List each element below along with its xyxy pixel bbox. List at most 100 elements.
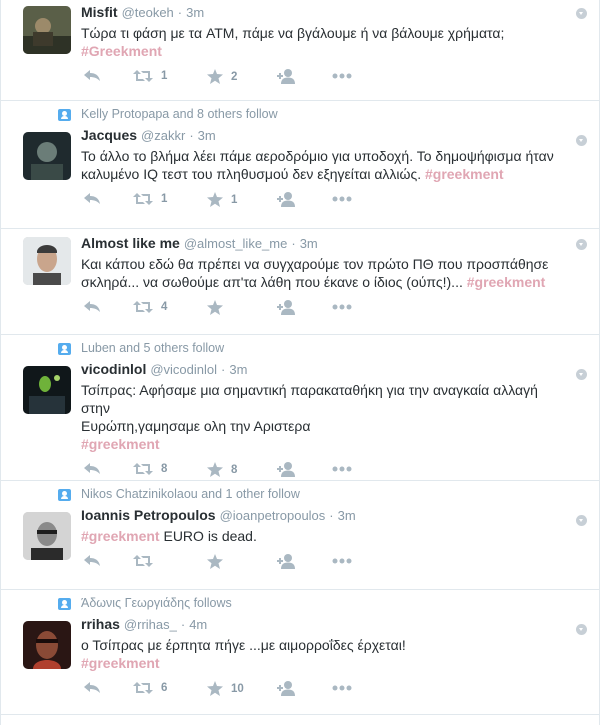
more-options-button[interactable] [332,69,352,79]
tweet-text-line: EURO is dead. [159,528,257,544]
more-options-button[interactable] [332,300,352,310]
retweet-count: 1 [161,193,168,205]
favorite-button[interactable] [207,554,231,569]
follow-user-icon [277,554,295,569]
username[interactable]: @zakkr [141,128,185,143]
avatar[interactable] [23,237,71,285]
social-context[interactable]: Kelly Protopapa and 8 others follow [81,101,569,127]
favorite-button[interactable]: 2 [207,69,237,84]
username[interactable]: @vicodinlol [150,362,217,377]
tweet[interactable]: Luben and 5 others follow vicodinlol @vi… [1,335,599,481]
fullname[interactable]: Almost like me [81,235,180,251]
retweet-button[interactable] [133,554,161,568]
hashtag-link[interactable]: #greekment [425,166,504,182]
avatar[interactable] [23,512,71,560]
favorite-button[interactable]: 8 [207,462,237,477]
username[interactable]: @teokeh [122,5,174,20]
retweet-count: 1 [161,70,168,82]
follow-button[interactable] [277,300,297,315]
more-options-button[interactable] [332,192,352,202]
reply-button[interactable] [83,69,101,83]
caret-down-icon[interactable] [576,239,587,250]
separator-dot: · [189,128,194,143]
follow-user-icon [277,69,295,84]
caret-down-icon[interactable] [576,135,587,146]
tweet-actions: 6 10 [81,672,569,706]
caret-down-icon[interactable] [576,369,587,380]
timestamp[interactable]: 3m [198,128,216,143]
retweet-button[interactable]: 1 [133,192,167,206]
follow-button[interactable] [277,462,297,477]
tweet-text-line: ο Τσίπρας με έρπητα πήγε ...με αιμορροΐδ… [81,637,406,653]
follow-button[interactable] [277,554,297,569]
reply-icon [84,555,100,566]
fullname[interactable]: vicodinlol [81,361,146,377]
avatar[interactable] [23,621,71,669]
username[interactable]: @rrihas_ [124,617,177,632]
favorite-button[interactable] [207,300,231,315]
more-options-button[interactable] [332,554,352,564]
retweet-icon [133,70,153,82]
avatar-image [23,6,71,54]
hashtag-link[interactable]: #greekment [81,654,569,672]
follow-button[interactable] [277,681,297,696]
username[interactable]: @ioanpetropoulos [220,508,326,523]
timestamp[interactable]: 4m [189,617,207,632]
tweet[interactable]: Άδωνις Γεωργιάδης follows rrihas @rrihas… [1,590,599,715]
reply-button[interactable] [83,462,101,476]
more-options-button[interactable] [332,681,352,691]
reply-button[interactable] [83,192,101,206]
avatar-image [23,621,71,669]
follow-button[interactable] [277,69,297,84]
caret-down-icon[interactable] [576,515,587,526]
retweet-button[interactable]: 1 [133,69,167,83]
fullname[interactable]: rrihas [81,616,120,632]
avatar-image [23,237,71,285]
timestamp[interactable]: 3m [338,508,356,523]
timestamp[interactable]: 3m [186,5,204,20]
more-options-icon [332,304,352,310]
tweet[interactable]: Kelly Protopapa and 8 others follow Jacq… [1,101,599,229]
hashtag-link[interactable]: #greekment [81,435,569,453]
tweet[interactable]: Misfit @teokeh · 3m Τώρα τι φάση με τα A… [1,0,599,101]
retweet-button[interactable]: 4 [133,300,167,314]
retweet-icon [133,301,153,313]
tweet-text: ο Τσίπρας με έρπητα πήγε ...με αιμορροΐδ… [81,636,569,672]
avatar[interactable] [23,132,71,180]
favorite-star-icon [207,554,223,569]
follow-user-icon [277,192,295,207]
retweet-icon [133,463,153,475]
follow-button[interactable] [277,192,297,207]
hashtag-link[interactable]: #greekment [467,274,546,290]
fullname[interactable]: Jacques [81,127,137,143]
favorite-star-icon [207,681,223,696]
more-options-button[interactable] [332,462,352,472]
tweet[interactable]: Almost like me @almost_like_me · 3m Και … [1,229,599,335]
hashtag-link[interactable]: #greekment [81,528,160,544]
fullname[interactable]: Ioannis Petropoulos [81,507,216,523]
favorite-count: 1 [231,193,238,206]
caret-down-icon[interactable] [576,8,587,19]
social-context[interactable]: Luben and 5 others follow [81,335,569,361]
avatar[interactable] [23,6,71,54]
reply-button[interactable] [83,300,101,314]
favorite-button[interactable]: 1 [207,192,237,207]
timestamp[interactable]: 3m [300,236,318,251]
hashtag-link[interactable]: #Greekment [81,42,569,60]
fullname[interactable]: Misfit [81,4,118,20]
timestamp[interactable]: 3m [229,362,247,377]
reply-button[interactable] [83,681,101,695]
caret-down-icon[interactable] [576,624,587,635]
tweet-header: rrihas @rrihas_ · 4m [81,616,569,636]
retweet-button[interactable]: 8 [133,462,167,476]
tweet[interactable]: Nikos Chatzinikolaou and 1 other follow … [1,481,599,590]
follow-user-icon [277,462,295,477]
social-context[interactable]: Nikos Chatzinikolaou and 1 other follow [81,481,569,507]
avatar[interactable] [23,366,71,414]
favorite-button[interactable]: 10 [207,681,244,696]
username[interactable]: @almost_like_me [184,236,288,251]
reply-button[interactable] [83,554,101,568]
tweet-text-line: καλυμένο IQ τεστ του πληθυσμού δεν εξηγε… [81,166,422,182]
social-context[interactable]: Άδωνις Γεωργιάδης follows [81,590,569,616]
retweet-button[interactable]: 6 [133,681,167,695]
